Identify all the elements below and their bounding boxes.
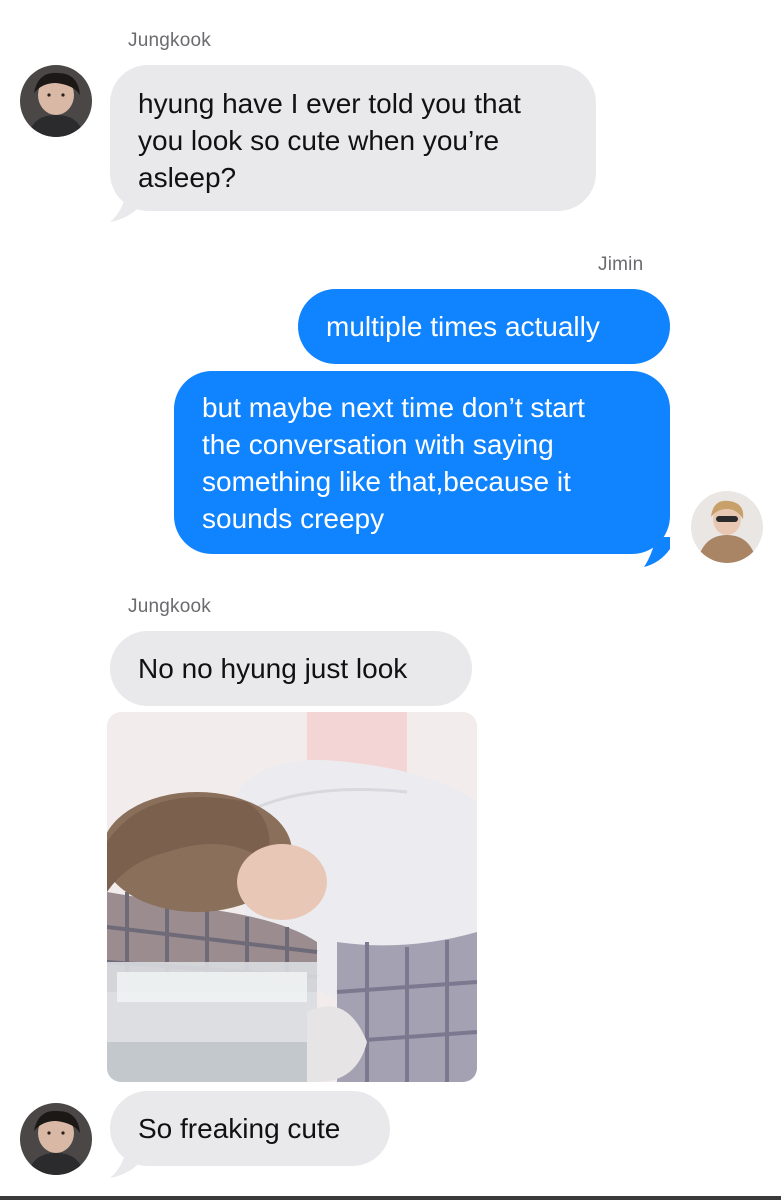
message-bubble-outgoing[interactable]: but maybe next time don’t start the conv… xyxy=(174,371,670,554)
message-bubble-incoming[interactable]: hyung have I ever told you that you look… xyxy=(110,65,596,211)
avatar-jimin-image xyxy=(691,491,763,563)
avatar-jimin[interactable] xyxy=(691,491,763,563)
avatar-jungkook[interactable] xyxy=(20,1103,92,1175)
shared-photo[interactable] xyxy=(107,712,477,1082)
photo-sleeping-person xyxy=(107,712,477,1082)
message-bubble-incoming[interactable]: No no hyung just look xyxy=(110,631,472,706)
bubble-tail-incoming xyxy=(110,1150,140,1178)
bubble-tail-outgoing xyxy=(644,537,670,567)
sender-name-jungkook: Jungkook xyxy=(128,596,211,617)
avatar-jungkook[interactable] xyxy=(20,65,92,137)
sender-name-jungkook: Jungkook xyxy=(128,30,211,51)
bubble-tail-incoming xyxy=(110,194,140,222)
message-bubble-outgoing[interactable]: multiple times actually xyxy=(298,289,670,364)
sender-name-jimin: Jimin xyxy=(598,254,644,275)
bottom-divider xyxy=(0,1196,781,1200)
avatar-jungkook-image xyxy=(20,1103,92,1175)
avatar-jungkook-image xyxy=(20,65,92,137)
message-bubble-incoming[interactable]: So freaking cute xyxy=(110,1091,390,1166)
